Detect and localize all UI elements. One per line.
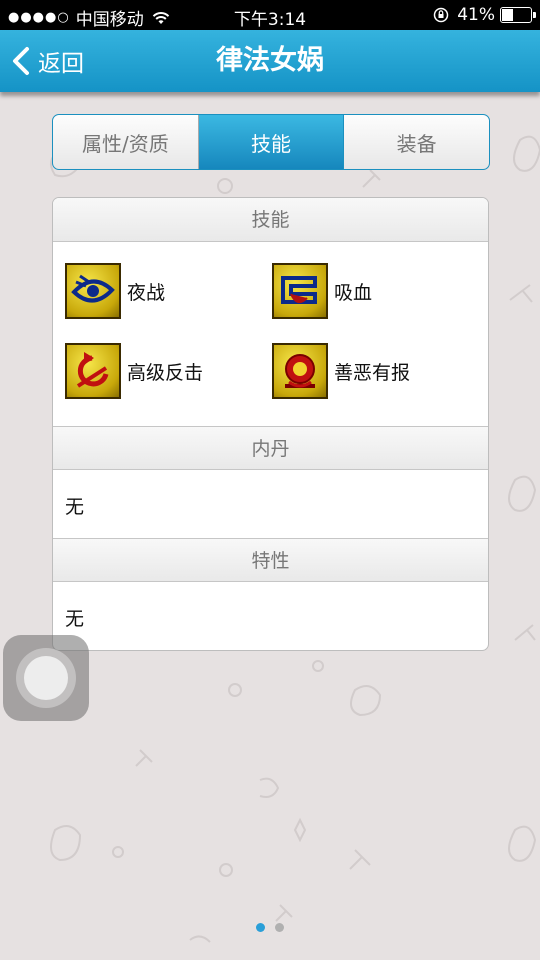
tab-bar: 属性/资质 技能 装备 [52,114,490,170]
details-card: 技能 夜战 吸血 高级反击 善恶有报 内丹 无 特性 无 [52,197,489,651]
tab-equipment[interactable]: 装备 [344,115,489,169]
assistive-touch-core [24,656,68,700]
neidan-value: 无 [65,496,85,518]
skills-section-header: 技能 [53,198,488,242]
blood-cup-icon [272,263,328,319]
eye-icon [65,263,121,319]
skill-label: 夜战 [127,281,166,304]
skill-item[interactable]: 高级反击 [65,343,203,399]
skill-label: 善恶有报 [334,361,411,384]
skill-item[interactable]: 夜战 [65,263,165,319]
tab-skills[interactable]: 技能 [198,115,345,169]
battery-level-fill [502,9,513,21]
tab-attributes[interactable]: 属性/资质 [53,115,199,169]
skill-label: 吸血 [334,281,373,304]
rotation-lock-icon [433,7,449,23]
battery-icon [500,7,536,23]
page-dot[interactable] [275,923,284,932]
page-title: 律法女娲 [216,45,324,76]
navigation-bar: 返回 律法女娲 [0,30,540,92]
battery-percent: 41% [457,5,495,25]
page-dot[interactable] [256,923,265,932]
skill-item[interactable]: 吸血 [272,263,372,319]
counter-arrow-icon [65,343,121,399]
status-bar: ●●●●○ 中国移动 下午3:14 41% [0,0,540,30]
assistive-touch-button[interactable] [3,635,89,721]
neidan-section-header: 内丹 [53,426,488,470]
assistive-touch-ring [16,648,76,708]
skill-label: 高级反击 [127,361,204,384]
skill-item[interactable]: 善恶有报 [272,343,410,399]
trait-section-header: 特性 [53,538,488,582]
emblem-icon [272,343,328,399]
page-indicator [0,923,540,932]
trait-value: 无 [65,608,85,630]
